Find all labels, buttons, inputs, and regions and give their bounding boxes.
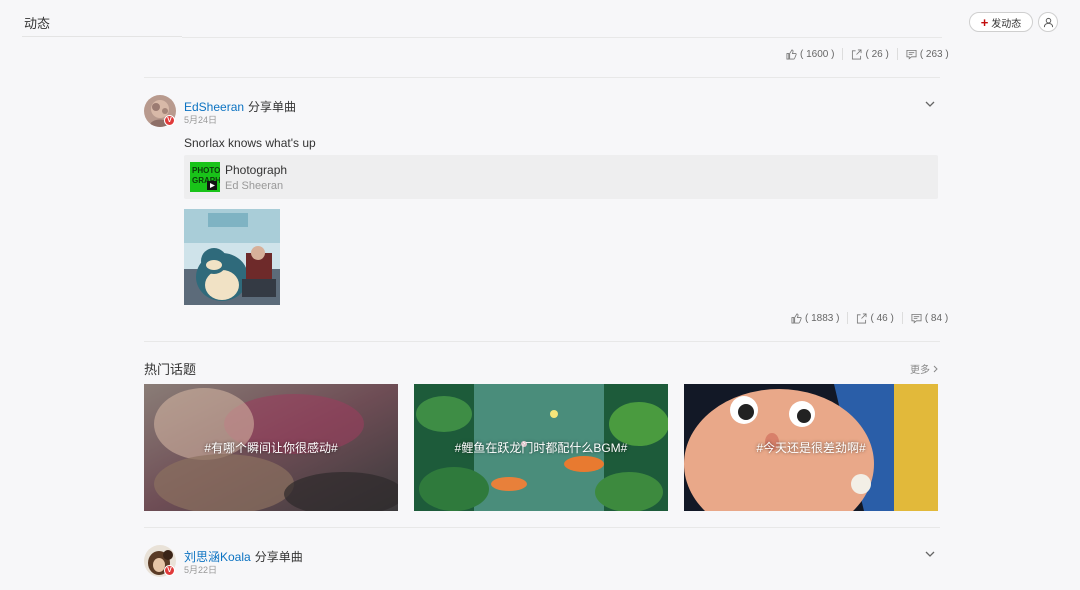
like-button[interactable]: ( 1883 ): [783, 313, 847, 324]
like-count: ( 1883 ): [805, 312, 840, 324]
post-action-text: 分享单曲: [254, 550, 303, 564]
song-artist[interactable]: Ed Sheeran: [225, 180, 283, 192]
post-date: 5月22日: [184, 565, 218, 575]
post-date: 5月24日: [184, 115, 218, 125]
share-count: ( 46 ): [870, 312, 894, 324]
divider: [182, 37, 942, 38]
hot-topic-card[interactable]: #鲤鱼在跃龙门时都配什么BGM#: [414, 384, 668, 511]
verified-badge-icon: V: [164, 565, 175, 576]
divider: [144, 77, 940, 78]
comment-icon: [911, 313, 922, 323]
plus-icon: +: [980, 14, 989, 30]
comment-button[interactable]: ( 84 ): [903, 313, 956, 324]
comment-icon: [906, 49, 917, 59]
thumbs-up-icon: [791, 313, 802, 323]
like-count: ( 1600 ): [800, 48, 835, 60]
song-card[interactable]: PHOTO GRAPH Photograph Ed Sheeran: [184, 155, 938, 199]
user-icon: [1043, 17, 1053, 27]
username-link[interactable]: EdSheeran: [184, 100, 244, 114]
chevron-down-icon[interactable]: [924, 548, 936, 560]
title-underline: [22, 36, 182, 37]
comment-count: ( 263 ): [919, 48, 949, 60]
hot-topic-label: #鲤鱼在跃龙门时都配什么BGM#: [454, 441, 628, 455]
chevron-right-icon: [933, 365, 938, 372]
more-label: 更多: [910, 365, 930, 376]
hot-topic-card[interactable]: #今天还是很差劲啊#: [684, 384, 938, 511]
hot-topic-card[interactable]: #有哪个瞬间让你很感动#: [144, 384, 398, 511]
top-bar: 动态 + 发动态: [0, 0, 1080, 38]
user-button[interactable]: [1038, 12, 1058, 32]
svg-text:PHOTO: PHOTO: [192, 166, 220, 175]
hot-topic-label: #今天还是很差劲啊#: [756, 441, 866, 455]
post-action-text: 分享单曲: [248, 100, 297, 114]
post-text: Snorlax knows what's up: [184, 136, 316, 150]
hot-topics-title: 热门话题: [144, 362, 197, 377]
prev-post-actions: ( 1600 ) ( 26 ) ( 263 ): [778, 48, 957, 60]
post-image[interactable]: [184, 209, 280, 305]
post-dynamic-label: 发动态: [991, 18, 1022, 30]
divider: [144, 527, 940, 528]
hot-topic-label: #有哪个瞬间让你很感动#: [204, 441, 338, 455]
comment-button[interactable]: ( 263 ): [898, 49, 957, 60]
post-dynamic-button[interactable]: + 发动态: [969, 12, 1033, 32]
share-icon: [852, 49, 862, 59]
username-link[interactable]: 刘思涵Koala: [184, 550, 251, 564]
share-button[interactable]: ( 26 ): [843, 49, 896, 60]
chevron-down-icon[interactable]: [924, 98, 936, 110]
like-button[interactable]: ( 1600 ): [778, 49, 842, 60]
post-actions: ( 1883 ) ( 46 ) ( 84 ): [783, 312, 956, 324]
share-count: ( 26 ): [865, 48, 889, 60]
song-title[interactable]: Photograph: [225, 163, 287, 177]
album-cover: PHOTO GRAPH: [190, 162, 220, 192]
more-link[interactable]: 更多: [910, 361, 939, 376]
divider: [144, 341, 940, 342]
verified-badge-icon: V: [164, 115, 175, 126]
thumbs-up-icon: [786, 49, 797, 59]
page-title: 动态: [24, 16, 51, 31]
share-icon: [857, 313, 867, 323]
comment-count: ( 84 ): [924, 312, 949, 324]
share-button[interactable]: ( 46 ): [848, 313, 901, 324]
